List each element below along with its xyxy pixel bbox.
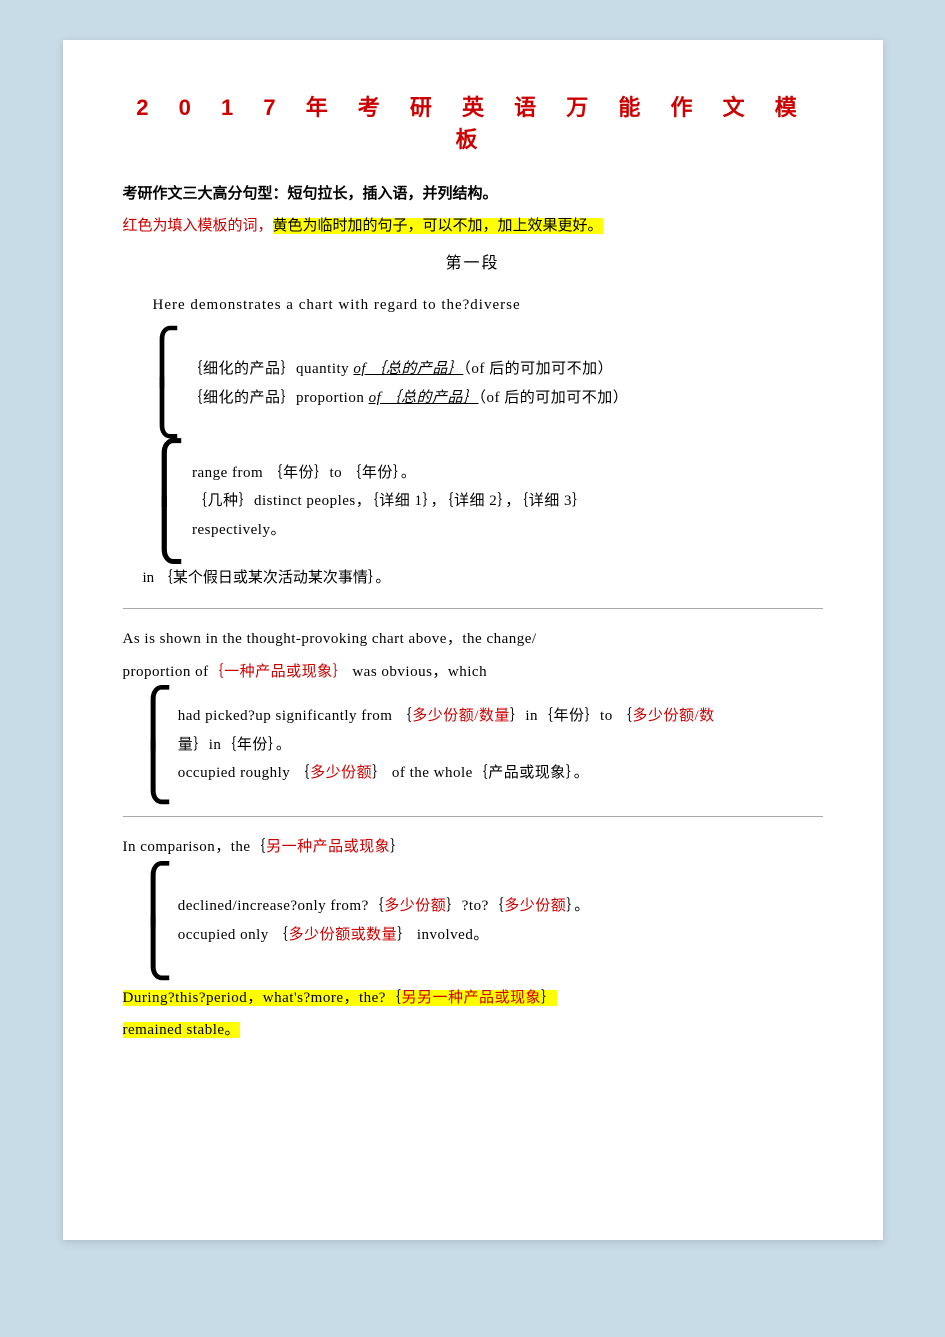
intro-note-text: 考研作文三大高分句型：短句拉长，插入语，并列结构。 — [123, 186, 498, 202]
range-line2-text: ｛几种｝distinct peoples，｛详细 1｝，｛详细 2｝，｛详细 3… — [192, 493, 588, 509]
highlight-line1-prefix: During?this?period，what's?more，the?｛ — [123, 990, 402, 1006]
brace1-line1-suffix: （of 后的可加可不加） — [463, 361, 613, 377]
para2-line2: proportion of｛一种产品或现象｝ was obvious，which — [123, 658, 823, 687]
para2-line1: As is shown in the thought-provoking cha… — [123, 625, 823, 654]
brace2-line2-red: 多少份额 — [310, 765, 372, 781]
remained-line-container: remained stable。 — [123, 1016, 823, 1045]
brace3-line2-prefix: occupied only ｛ — [178, 927, 289, 943]
para2-line2-suffix: was obvious，which — [348, 664, 487, 680]
brace3-line1: declined/increase?only from?｛多少份额｝?to?｛多… — [178, 892, 590, 921]
range-line1: range from ｛年份｝to ｛年份｝。 — [192, 459, 588, 488]
brace-1-line1: ｛细化的产品｝quantity of ｛总的产品｝（of 后的可加可不加） — [188, 355, 629, 384]
brace3-line1-mid: ｝?to?｛ — [446, 898, 504, 914]
para2-line2-red: ｛一种产品或现象｝ — [209, 664, 349, 680]
brace-group-2: ⎧⎩ had picked?up significantly from ｛多少份… — [133, 690, 823, 800]
brace2-line2: occupied roughly ｛多少份额｝ of the whole｛产品或… — [178, 759, 715, 788]
brace-3-lines: declined/increase?only from?｛多少份额｝?to?｛多… — [178, 866, 590, 976]
divider-2 — [123, 816, 823, 817]
para3-line1-red: 另一种产品或现象 — [266, 839, 390, 855]
brace2-line1-prefix: had picked?up significantly from ｛ — [178, 708, 412, 724]
brace-group-1: ⎧⎩ ｛细化的产品｝quantity of ｛总的产品｝（of 后的可加可不加）… — [143, 332, 823, 436]
brace3-line2-suffix: ｝ involved。 — [397, 927, 489, 943]
brace2-line1: had picked?up significantly from ｛多少份额/数… — [178, 702, 715, 731]
highlight-line1-red: 另另一种产品或现象 — [401, 990, 541, 1006]
brace3-line2-red: 多少份额或数量 — [289, 927, 398, 943]
brace-1-lines: ｛细化的产品｝quantity of ｛总的产品｝（of 后的可加可不加） ｛细… — [188, 332, 629, 436]
brace1-line2-italic: of ｛总的产品｝ — [369, 390, 479, 406]
brace-2-lines: had picked?up significantly from ｛多少份额/数… — [178, 690, 715, 800]
highlight-line1-suffix: ｝ — [541, 990, 557, 1006]
range-lines: range from ｛年份｝to ｛年份｝。 ｛几种｝distinct peo… — [192, 444, 588, 560]
brace3-line2: occupied only ｛多少份额或数量｝ involved。 — [178, 921, 590, 950]
brace3-line1-red2: 多少份额 — [504, 898, 566, 914]
brace2-line1-cont: 量｝in｛年份｝。 — [178, 731, 715, 760]
brace2-line2-suffix: ｝ of the whole｛产品或现象｝。 — [372, 765, 589, 781]
brace1-line1-prefix: ｛细化的产品｝quantity — [188, 361, 354, 377]
brace2-line2-prefix: occupied roughly ｛ — [178, 765, 310, 781]
para3-line1: In comparison，the｛另一种产品或现象｝ — [123, 833, 823, 862]
highlight-line1: During?this?period，what's?more，the?｛另另一种… — [123, 984, 823, 1013]
color-note: 红色为填入模板的词，黄色为临时加的句子，可以不加，加上效果更好。 — [123, 214, 823, 240]
brace1-line2-suffix: （of 后的可加可不加） — [479, 390, 629, 406]
intro-note: 考研作文三大高分句型：短句拉长，插入语，并列结构。 — [123, 182, 823, 208]
remained-line: remained stable。 — [123, 1022, 241, 1038]
brace-1-line2: ｛细化的产品｝proportion of ｛总的产品｝（of 后的可加可不加） — [188, 384, 629, 413]
brace2-line1-red2: 多少份额/数 — [632, 708, 714, 724]
brace2-line1-mid: ｝in｛年份｝to ｛ — [510, 708, 633, 724]
brace3-line1-suffix: ｝。 — [566, 898, 590, 914]
range-line2: ｛几种｝distinct peoples，｛详细 1｝，｛详细 2｝，｛详细 3… — [192, 487, 588, 516]
brace-3-char: ⎧⎩ — [133, 866, 174, 976]
page-container: 2 0 1 7 年 考 研 英 语 万 能 作 文 模 板 考研作文三大高分句型… — [63, 40, 883, 1240]
section1-header: 第一段 — [123, 249, 823, 273]
brace2-line1-red: 多少份额/数量 — [412, 708, 510, 724]
para2-line2-prefix: proportion of — [123, 664, 209, 680]
brace3-line1-prefix: declined/increase?only from?｛ — [178, 898, 385, 914]
color-note-yellow: 黄色为临时加的句子，可以不加，加上效果更好。 — [273, 218, 603, 234]
range-line2-cont: respectively。 — [192, 516, 588, 545]
brace-2-char: ⎧⎩ — [133, 690, 174, 800]
para3-line1-prefix: In comparison，the｛ — [123, 839, 267, 855]
divider-1 — [123, 608, 823, 609]
brace3-line1-red: 多少份额 — [384, 898, 446, 914]
brace-group-3: ⎧⎩ declined/increase?only from?｛多少份额｝?to… — [133, 866, 823, 976]
brace1-line1-italic: of ｛总的产品｝ — [353, 361, 463, 377]
brace-1-char: ⎧⎩ — [143, 332, 182, 436]
page-title: 2 0 1 7 年 考 研 英 语 万 能 作 文 模 板 — [123, 90, 823, 154]
para3-line1-suffix: ｝ — [390, 839, 406, 855]
brace1-line2-prefix: ｛细化的产品｝proportion — [188, 390, 369, 406]
color-note-red: 红色为填入模板的词， — [123, 218, 273, 234]
range-brace-char: ⎧⎩ — [143, 444, 187, 560]
in-line: in ｛某个假日或某次活动某次事情｝。 — [143, 564, 823, 593]
intro-line: Here demonstrates a chart with regard to… — [153, 291, 823, 320]
range-brace-group: ⎧⎩ range from ｛年份｝to ｛年份｝。 ｛几种｝distinct … — [143, 444, 823, 560]
